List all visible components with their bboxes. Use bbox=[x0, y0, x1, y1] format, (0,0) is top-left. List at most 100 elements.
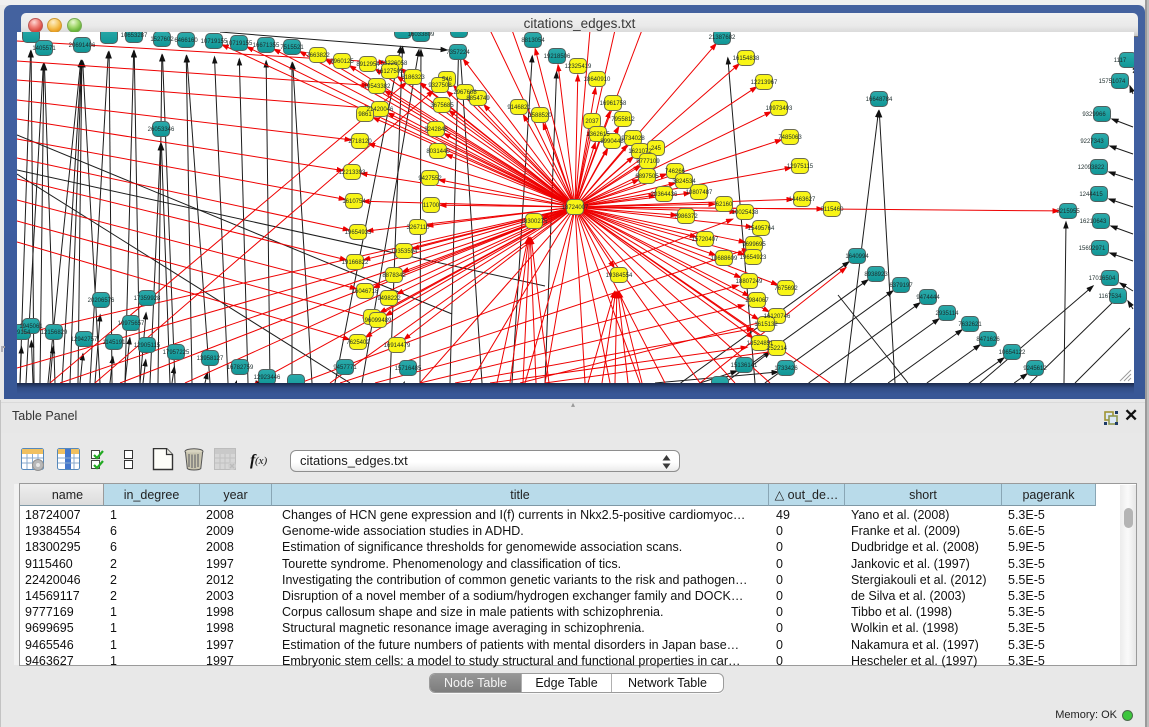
svg-text:18807249: 18807249 bbox=[736, 279, 763, 285]
svg-text:53226058: 53226058 bbox=[381, 61, 408, 67]
svg-text:8471626: 8471626 bbox=[976, 337, 1000, 343]
svg-text:16671355: 16671355 bbox=[253, 43, 280, 49]
svg-text:10025438: 10025438 bbox=[732, 210, 759, 216]
svg-text:12325419: 12325419 bbox=[565, 64, 592, 70]
svg-text:8186323: 8186323 bbox=[401, 75, 425, 81]
svg-text:1167534: 1167534 bbox=[1099, 294, 1123, 300]
svg-text:1610754: 1610754 bbox=[342, 199, 366, 205]
svg-text:8912954: 8912954 bbox=[356, 62, 380, 68]
svg-text:10719155: 10719155 bbox=[201, 39, 228, 45]
svg-text:8878342: 8878342 bbox=[382, 273, 406, 279]
svg-text:16127505: 16127505 bbox=[377, 69, 404, 75]
svg-text:9498222: 9498222 bbox=[377, 296, 401, 302]
svg-text:8031440: 8031440 bbox=[426, 149, 450, 155]
svg-text:3675685: 3675685 bbox=[430, 103, 454, 109]
svg-text:7625402: 7625402 bbox=[346, 340, 370, 346]
svg-text:10807487: 10807487 bbox=[686, 190, 713, 196]
svg-text:10654122: 10654122 bbox=[999, 350, 1026, 356]
svg-text:14463627: 14463627 bbox=[789, 197, 816, 203]
svg-text:1733426: 1733426 bbox=[774, 366, 798, 372]
svg-text:10688609: 10688609 bbox=[711, 256, 738, 262]
svg-text:9777109: 9777109 bbox=[636, 159, 660, 165]
svg-text:16046718: 16046718 bbox=[352, 289, 379, 295]
svg-text:19384554: 19384554 bbox=[606, 273, 633, 279]
svg-text:7485063: 7485063 bbox=[778, 135, 802, 141]
svg-text:16120746: 16120746 bbox=[764, 314, 791, 320]
svg-text:16648784: 16648784 bbox=[866, 97, 893, 103]
svg-text:1615132: 1615132 bbox=[754, 322, 778, 328]
svg-text:19654933: 19654933 bbox=[345, 230, 372, 236]
svg-text:9115460: 9115460 bbox=[821, 207, 845, 213]
svg-text:8938923: 8938923 bbox=[864, 272, 888, 278]
svg-text:1588520: 1588520 bbox=[528, 113, 552, 119]
svg-text:9327508: 9327508 bbox=[428, 83, 452, 89]
svg-text:1117: 1117 bbox=[1114, 58, 1127, 64]
svg-text:245: 245 bbox=[651, 146, 662, 152]
svg-text:6379197: 6379197 bbox=[889, 283, 913, 289]
svg-text:7986372: 7986372 bbox=[674, 214, 698, 220]
svg-text:9242848: 9242848 bbox=[424, 127, 448, 133]
svg-text:16154838: 16154838 bbox=[733, 56, 760, 62]
svg-text:(x): (x) bbox=[255, 455, 268, 467]
svg-text:1640994: 1640994 bbox=[845, 254, 869, 260]
svg-text:12923446: 12923446 bbox=[254, 375, 281, 381]
svg-text:10543382: 10543382 bbox=[364, 84, 391, 90]
svg-text:9699695: 9699695 bbox=[742, 242, 766, 248]
svg-text:15716485: 15716485 bbox=[395, 366, 422, 372]
svg-text:12093822: 12093822 bbox=[1078, 165, 1105, 171]
svg-text:3824534: 3824534 bbox=[672, 179, 696, 185]
svg-text:8813054: 8813054 bbox=[521, 38, 545, 44]
svg-text:2935114: 2935114 bbox=[936, 311, 960, 317]
svg-text:9861: 9861 bbox=[358, 112, 372, 118]
svg-text:1244415: 1244415 bbox=[1079, 192, 1103, 198]
svg-text:18300275: 18300275 bbox=[521, 219, 548, 225]
svg-text:15692971: 15692971 bbox=[1079, 246, 1106, 252]
svg-text:12213967: 12213967 bbox=[751, 80, 778, 86]
svg-text:16782759: 16782759 bbox=[227, 365, 254, 371]
svg-text:9474444: 9474444 bbox=[916, 295, 940, 301]
svg-text:9427552: 9427552 bbox=[418, 176, 442, 182]
svg-text:7955812: 7955812 bbox=[611, 117, 635, 123]
svg-text:12213393: 12213393 bbox=[339, 170, 366, 176]
svg-text:15751074: 15751074 bbox=[1099, 79, 1126, 85]
svg-text:2984067: 2984067 bbox=[745, 298, 769, 304]
svg-text:16033809: 16033809 bbox=[408, 32, 435, 38]
svg-text:13958127: 13958127 bbox=[197, 356, 224, 362]
svg-text:3267110: 3267110 bbox=[407, 225, 431, 231]
svg-text:7515521: 7515521 bbox=[280, 45, 304, 51]
svg-text:16914479: 16914479 bbox=[384, 343, 411, 349]
svg-text:15720407: 15720407 bbox=[692, 237, 719, 243]
svg-text:3215955: 3215955 bbox=[1056, 209, 1080, 215]
svg-text:11700: 11700 bbox=[423, 203, 440, 209]
svg-text:20364436: 20364436 bbox=[651, 192, 678, 198]
svg-text:19218506: 19218506 bbox=[544, 54, 571, 60]
svg-text:12905115: 12905115 bbox=[134, 343, 161, 349]
svg-text:7632621: 7632621 bbox=[958, 322, 982, 328]
svg-text:10719155: 10719155 bbox=[226, 41, 253, 47]
svg-text:21387682: 21387682 bbox=[709, 35, 736, 41]
svg-text:8854749: 8854749 bbox=[466, 96, 490, 102]
svg-text:10653287: 10653287 bbox=[121, 33, 148, 39]
svg-text:9227343: 9227343 bbox=[1080, 139, 1104, 145]
svg-text:15495764: 15495764 bbox=[748, 226, 775, 232]
svg-text:9734028: 9734028 bbox=[621, 136, 645, 142]
svg-text:1527602: 1527602 bbox=[150, 37, 174, 43]
svg-text:19166822: 19166822 bbox=[342, 260, 369, 266]
svg-text:96099489: 96099489 bbox=[365, 318, 392, 324]
svg-text:9457771: 9457771 bbox=[333, 365, 357, 371]
svg-text:16210643: 16210643 bbox=[1080, 219, 1107, 225]
svg-text:8960125: 8960125 bbox=[330, 59, 354, 65]
svg-text:12942757: 12942757 bbox=[71, 337, 98, 343]
svg-text:18640910: 18640910 bbox=[584, 77, 611, 83]
svg-text:7675692: 7675692 bbox=[774, 286, 798, 292]
svg-text:12156829: 12156829 bbox=[41, 330, 68, 336]
svg-text:12975115: 12975115 bbox=[787, 164, 814, 170]
svg-text:18724007: 18724007 bbox=[562, 205, 589, 211]
svg-text:39154: 39154 bbox=[17, 330, 31, 336]
svg-text:7663822: 7663822 bbox=[306, 53, 330, 59]
svg-text:746266: 746266 bbox=[665, 169, 686, 175]
svg-text:17957225: 17957225 bbox=[163, 350, 190, 356]
svg-text:20691406: 20691406 bbox=[69, 43, 96, 49]
svg-text:6466160: 6466160 bbox=[174, 38, 198, 44]
svg-text:252214: 252214 bbox=[767, 346, 788, 352]
